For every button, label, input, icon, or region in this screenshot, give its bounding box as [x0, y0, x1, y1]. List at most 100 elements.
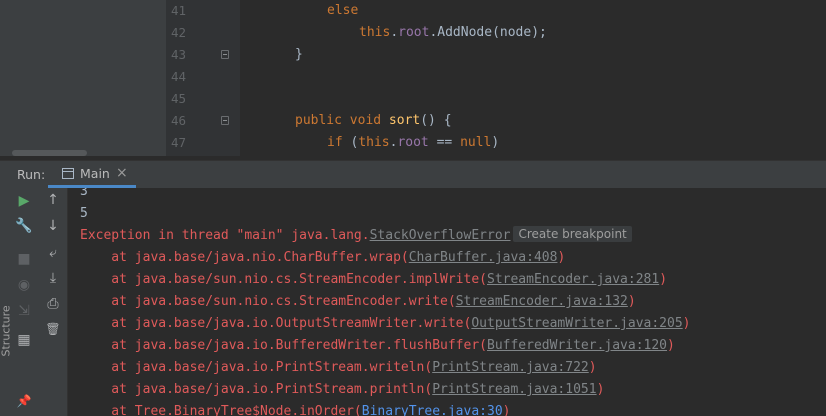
code-token: .	[390, 25, 399, 40]
console-text: at java.base/java.io.OutputStreamWriter.…	[80, 316, 472, 331]
line-number: 45	[170, 91, 186, 106]
source-link[interactable]: StreamEncoder.java:132	[456, 294, 628, 309]
soft-wrap-icon[interactable]: ⤶	[43, 245, 63, 261]
error-line: at java.base/java.io.BufferedWriter.flus…	[80, 335, 675, 357]
code-token: this	[358, 135, 390, 150]
error-line: at java.base/sun.nio.cs.StreamEncoder.wr…	[80, 291, 636, 313]
source-link[interactable]: BufferedWriter.java:120	[487, 338, 667, 353]
source-link[interactable]: OutputStreamWriter.java:205	[471, 316, 682, 331]
line-number: 47	[170, 135, 186, 150]
console-text: at Tree.BinaryTree$Node.inOrder(	[80, 404, 362, 416]
error-line: at java.base/java.nio.CharBuffer.wrap(Ch…	[80, 247, 565, 269]
error-line: at java.base/java.io.PrintStream.println…	[80, 379, 604, 401]
source-link[interactable]: PrintStream.java:722	[432, 360, 589, 375]
wrench-icon[interactable]: 🔧	[14, 218, 34, 234]
down-arrow-icon[interactable]: ↓	[43, 218, 63, 234]
code-token: }	[295, 47, 303, 62]
console-text: )	[557, 250, 566, 265]
code-text: }	[295, 44, 303, 66]
code-line: 46 public void sort() {	[0, 110, 826, 132]
console-text: Exception in thread "main" java.lang.	[80, 228, 370, 243]
console-text: at java.base/java.nio.CharBuffer.wrap(	[80, 250, 409, 265]
code-text: public void sort() {	[295, 110, 452, 132]
output-line: 3	[80, 188, 88, 203]
line-number: 44	[170, 69, 186, 84]
tab-close-button[interactable]: ×	[116, 161, 128, 186]
source-link[interactable]: PrintStream.java:1051	[432, 382, 596, 397]
code-line: 44	[0, 66, 826, 88]
console-output[interactable]: 3 5 Exception in thread "main" java.lang.S…	[68, 188, 826, 416]
console-text: at java.base/sun.nio.cs.StreamEncoder.wr…	[80, 294, 456, 309]
rerun-icon[interactable]: ▶	[14, 193, 34, 209]
line-number: 46	[170, 113, 186, 128]
code-text: if (this.root == null)	[327, 132, 499, 154]
code-line: 42 this.root.AddNode(node);	[0, 22, 826, 44]
code-line: 47 if (this.root == null)	[0, 132, 826, 154]
error-line: at Tree.BinaryTree$Node.inOrder(BinaryTr…	[80, 401, 510, 416]
code-token: )	[491, 135, 500, 150]
code-token: .AddNode(node);	[429, 25, 547, 40]
code-token: public void	[295, 113, 389, 128]
line-number: 42	[170, 25, 186, 40]
source-link[interactable]: CharBuffer.java:408	[409, 250, 558, 265]
console-text: )	[596, 382, 605, 397]
fold-marker-icon[interactable]	[221, 116, 229, 125]
code-token: null	[460, 135, 492, 150]
console-text: )	[667, 338, 675, 353]
create-breakpoint-button[interactable]: Create breakpoint	[513, 226, 632, 242]
source-link[interactable]: BinaryTree.java:30	[362, 404, 503, 416]
code-token: else	[327, 3, 359, 18]
code-token: ==	[436, 135, 461, 150]
stop-icon[interactable]: ■	[14, 251, 34, 267]
print-icon[interactable]: ⎙	[43, 296, 63, 312]
camera-icon[interactable]: ◉	[14, 277, 34, 293]
console-window-icon	[62, 168, 74, 179]
line-number: 43	[170, 47, 186, 62]
scroll-to-end-icon[interactable]: ⤓	[43, 270, 63, 286]
horizontal-scrollbar[interactable]	[12, 150, 87, 156]
code-line: 45	[0, 88, 826, 110]
code-token: root	[397, 135, 437, 150]
error-line: at java.base/java.io.PrintStream.writeln…	[80, 357, 597, 379]
code-token: () {	[420, 113, 452, 128]
source-link[interactable]: StreamEncoder.java:281	[487, 272, 659, 287]
trash-icon[interactable]: 🗑	[43, 322, 63, 336]
line-number: 41	[170, 3, 186, 18]
code-token: if	[327, 135, 351, 150]
code-text: else	[327, 0, 358, 22]
console-text: at java.base/sun.nio.cs.StreamEncoder.im…	[80, 272, 487, 287]
tab-main-label: Main	[80, 166, 110, 181]
layout-icon[interactable]: ▦	[14, 332, 34, 348]
run-tool-window-header: Run: Main ×	[0, 160, 826, 188]
console-text: 3	[80, 188, 88, 199]
tab-main[interactable]: Main ×	[48, 161, 136, 188]
console-text: 5	[80, 206, 88, 221]
console-text: )	[502, 404, 511, 416]
structure-sidebar[interactable]: Structure	[0, 188, 13, 416]
code-text: this.root.AddNode(node);	[359, 22, 547, 44]
error-line: at java.base/sun.nio.cs.StreamEncoder.im…	[80, 269, 667, 291]
code-token: sort	[388, 113, 421, 128]
code-editor[interactable]: 41 else 42 this.root.AddNode(node); 43} 44 45 4…	[0, 0, 826, 156]
console-text: )	[659, 272, 668, 287]
error-line: at java.base/java.io.OutputStreamWriter.…	[80, 313, 691, 335]
console-text: )	[588, 360, 597, 375]
run-toolbar-secondary: ↑ ↓ ⤶ ⤓ ⎙ 🗑	[38, 188, 68, 416]
error-line: Exception in thread "main" java.lang.Sta…	[80, 225, 632, 247]
code-line: 41 else	[0, 0, 826, 22]
source-link[interactable]: StackOverflowError	[370, 228, 511, 243]
exit-icon[interactable]: ⇲	[14, 303, 34, 319]
pin-icon[interactable]: 📌	[14, 394, 34, 408]
fold-marker-icon[interactable]	[221, 50, 229, 59]
code-token: root	[398, 25, 430, 40]
console-text: at java.base/java.io.PrintStream.println…	[80, 382, 433, 397]
console-text: )	[682, 316, 691, 331]
console-text: at java.base/java.io.BufferedWriter.flus…	[80, 338, 487, 353]
console-text: )	[627, 294, 636, 309]
code-token: this	[359, 25, 391, 40]
output-line: 5	[80, 203, 88, 225]
run-toolbar-primary: ▶ 🔧 ■ ◉ ⇲ ▦ 📌	[10, 188, 38, 416]
up-arrow-icon[interactable]: ↑	[43, 192, 63, 208]
console-text: at java.base/java.io.PrintStream.writeln…	[80, 360, 433, 375]
run-label: Run:	[17, 167, 46, 182]
